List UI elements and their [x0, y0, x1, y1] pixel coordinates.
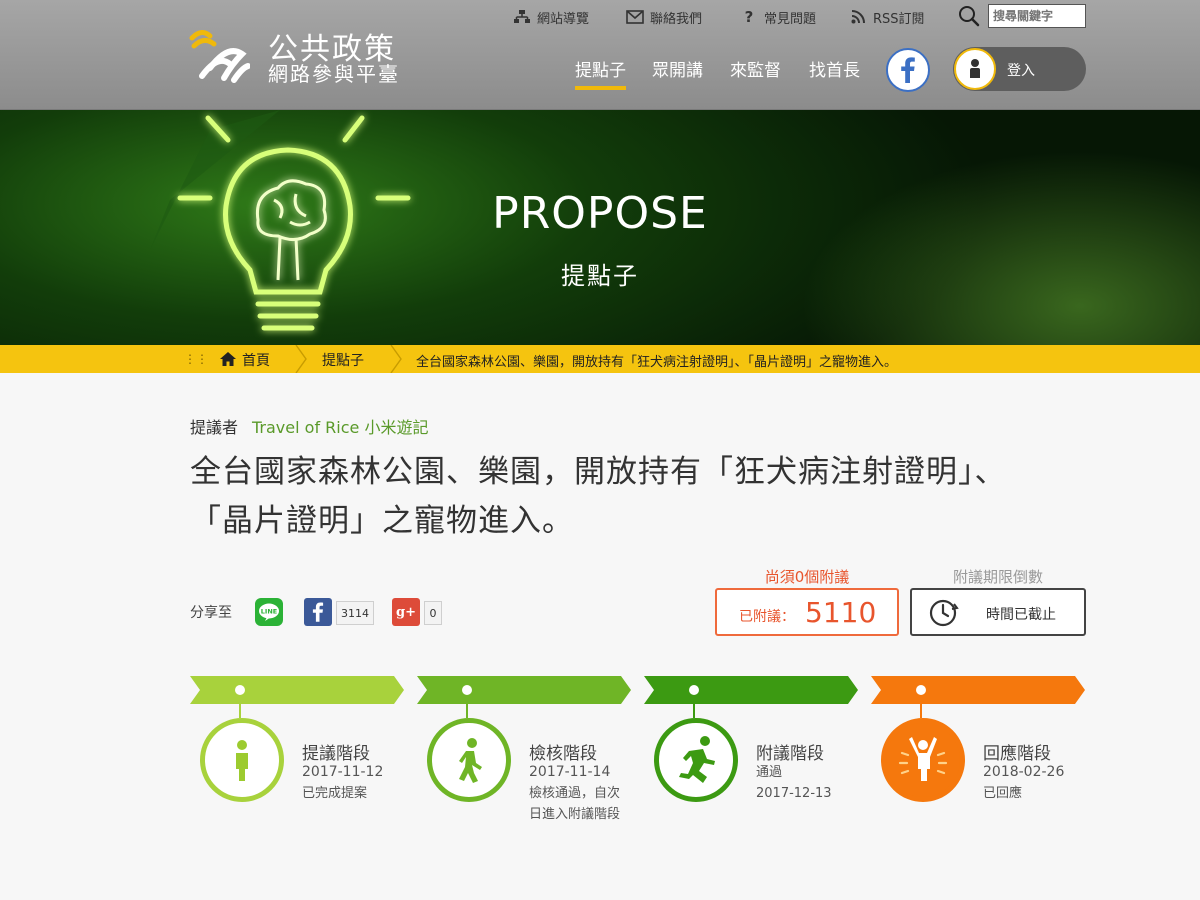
nav-ask-chief[interactable]: 找首長	[809, 56, 860, 81]
stage-dot	[235, 685, 245, 695]
nav-propose[interactable]: 提點子	[575, 56, 626, 90]
stage-dot	[689, 685, 699, 695]
stage-connector	[920, 695, 922, 718]
stage-connector	[239, 695, 241, 718]
line-icon: LINE	[259, 603, 279, 621]
proposer-name[interactable]: Travel of Rice 小米遊記	[252, 414, 428, 438]
mail-icon	[626, 9, 644, 25]
facebook-login-button[interactable]	[886, 48, 930, 92]
stage-date: 2017-11-14	[529, 764, 611, 780]
site-subtitle: 網路參與平臺	[268, 62, 400, 86]
stage-name: 附議階段	[756, 744, 824, 764]
avatar	[954, 48, 996, 90]
standing-person-icon	[236, 740, 248, 781]
rss-label: RSS訂閱	[873, 11, 925, 27]
nav-discuss[interactable]: 眾開講	[652, 56, 703, 81]
stage-connector	[466, 695, 468, 718]
clock-icon	[929, 599, 959, 627]
facebook-share-button[interactable]	[304, 598, 332, 626]
breadcrumb-separator	[295, 345, 307, 373]
contact-link[interactable]: 聯絡我們	[626, 6, 702, 28]
sitemap-label: 網站導覽	[537, 11, 590, 27]
signature-counter: 已附議： 5110	[715, 588, 899, 636]
stage-connector	[693, 695, 695, 718]
hero-banner: PROPOSE 提點子	[0, 110, 1200, 345]
stage-dot	[462, 685, 472, 695]
signatures-needed: 尚須0個附議	[764, 568, 850, 586]
page-title: 全台國家森林公園、樂園，開放持有「狂犬病注射證明」、「晶片證明」之寵物進入。	[190, 454, 1007, 539]
question-icon: ?	[744, 8, 754, 26]
line-share-button[interactable]: LINE	[255, 598, 283, 626]
site-header: 公共政策 網路參與平臺 網站導覽 聯絡我們 ? 常見問題 RSS訂閱 提點子 眾…	[0, 0, 1200, 110]
faq-label: 常見問題	[764, 11, 817, 27]
proposer-label: 提議者	[190, 418, 239, 437]
banner-title: PROPOSE	[492, 188, 708, 239]
stage-bar	[417, 676, 631, 704]
rss-link[interactable]: RSS訂閱	[849, 6, 925, 28]
site-logo[interactable]: 公共政策 網路參與平臺	[188, 22, 418, 88]
stage-status: 已完成提案	[302, 786, 368, 801]
user-icon	[970, 59, 980, 78]
gplus-share-count: 0	[424, 601, 442, 625]
signed-count: 5110	[805, 596, 877, 629]
home-icon	[220, 352, 236, 366]
nav-monitor[interactable]: 來監督	[730, 56, 781, 81]
breadcrumb-home-label: 首頁	[242, 353, 270, 369]
sitemap-icon	[513, 9, 531, 25]
stage-date: 2017-12-13	[756, 786, 832, 801]
gplus-share-button[interactable]: g+	[392, 598, 420, 626]
line-share-label: LINE	[261, 608, 277, 616]
rss-icon	[849, 9, 867, 25]
breadcrumb-home[interactable]: 首頁	[220, 350, 270, 370]
breadcrumb-current: 全台國家森林公園、樂園，開放持有「狂犬病注射證明」、「晶片證明」之寵物進入。	[416, 355, 898, 370]
stage-date: 2018-02-26	[983, 764, 1065, 780]
facebook-icon	[901, 57, 915, 83]
deadline-status-box: 時間已截止	[910, 588, 1086, 636]
stage-bar	[644, 676, 858, 704]
breadcrumb-section[interactable]: 提點子	[322, 350, 364, 370]
grid-dots-icon[interactable]: ⋮⋮	[184, 352, 208, 366]
stage-bar	[190, 676, 404, 704]
stage-name: 回應階段	[983, 744, 1051, 764]
login-button[interactable]: 登入	[953, 47, 1086, 91]
stage-status: 檢核通過，自次	[529, 786, 621, 801]
stage-circle	[427, 718, 511, 802]
stage-circle	[200, 718, 284, 802]
stage-name: 提議階段	[302, 744, 370, 764]
deadline-status: 時間已截止	[986, 607, 1056, 623]
deadline-label: 附議期限倒數	[952, 568, 1043, 586]
walking-person-icon	[459, 738, 482, 783]
contact-label: 聯絡我們	[650, 11, 703, 27]
signed-label: 已附議：	[739, 609, 795, 625]
running-person-icon	[679, 736, 715, 783]
stage-circle	[654, 718, 738, 802]
stage-bar	[871, 676, 1085, 704]
stage-status: 通過	[756, 765, 783, 780]
faq-link[interactable]: ? 常見問題	[740, 6, 816, 28]
search-icon[interactable]	[957, 5, 981, 27]
stage-status: 已回應	[983, 786, 1023, 801]
search-input[interactable]	[988, 4, 1086, 28]
share-label: 分享至	[190, 605, 232, 621]
facebook-icon	[312, 602, 324, 622]
stage-date: 2017-11-12	[302, 764, 384, 780]
banner-subtitle: 提點子	[561, 262, 639, 290]
login-label: 登入	[1007, 63, 1035, 79]
cheering-person-icon	[898, 737, 948, 781]
stage-dot	[916, 685, 926, 695]
logo-mark-icon	[189, 30, 250, 83]
breadcrumb-separator	[390, 345, 402, 373]
stage-name: 檢核階段	[529, 744, 597, 764]
facebook-share-count: 3114	[336, 601, 374, 625]
breadcrumb: ⋮⋮ 首頁 提點子 全台國家森林公園、樂園，開放持有「狂犬病注射證明」、「晶片證…	[0, 345, 1200, 373]
banner-glow	[800, 150, 1200, 345]
sitemap-link[interactable]: 網站導覽	[513, 6, 589, 28]
stage-circle	[881, 718, 965, 802]
gplus-icon: g+	[396, 604, 416, 620]
stage-status: 日進入附議階段	[529, 807, 621, 822]
